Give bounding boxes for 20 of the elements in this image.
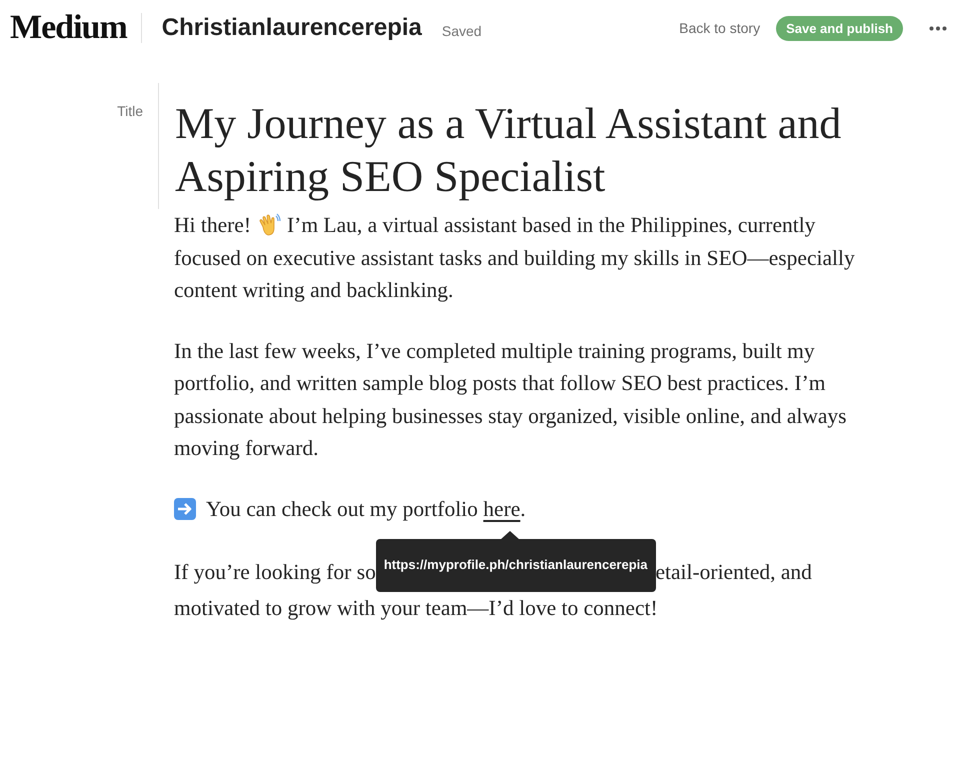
paragraph-text: If you’re looking for so (174, 559, 376, 586)
paragraph-text: You can check out my portfolio (206, 496, 478, 523)
title-label: Title (117, 103, 143, 119)
paragraph-text: Hi there! (174, 212, 252, 239)
paragraph: In the last few weeks, I’ve completed multiple training programs, built my portfolio, and written sample blog posts that follow SEO best practices. I’m passionate about helping businesses stay organized, visible online, and always moving forward. (174, 338, 848, 462)
story-title[interactable]: My Journey as a Virtual Assistant and Aspiring SEO Specialist (158, 83, 858, 209)
punctuation: . (520, 496, 526, 522)
paragraph-text: I’m Lau, a virtual assistant based in the Philippines, currently (287, 212, 816, 239)
logo[interactable]: Medium (10, 13, 142, 43)
paragraph-text: etail-oriented, and (656, 559, 812, 586)
link-tooltip: https://myprofile.ph/christianlaurencerepia (376, 539, 656, 592)
author-name: Christianlaurencerepia (162, 14, 422, 42)
save-status: Saved (442, 23, 482, 39)
more-icon[interactable] (929, 26, 947, 30)
waving-hand-icon (257, 213, 282, 238)
tooltip-arrow (500, 531, 520, 540)
paragraph-text: motivated to grow with your team—I’d love to connect! (174, 594, 659, 622)
portfolio-link[interactable]: here (483, 492, 520, 525)
paragraph-text: focused on executive assistant tasks and building my skills in SEO—especially content writing and backlinking. (174, 244, 856, 304)
back-to-story-link[interactable]: Back to story (679, 20, 760, 36)
